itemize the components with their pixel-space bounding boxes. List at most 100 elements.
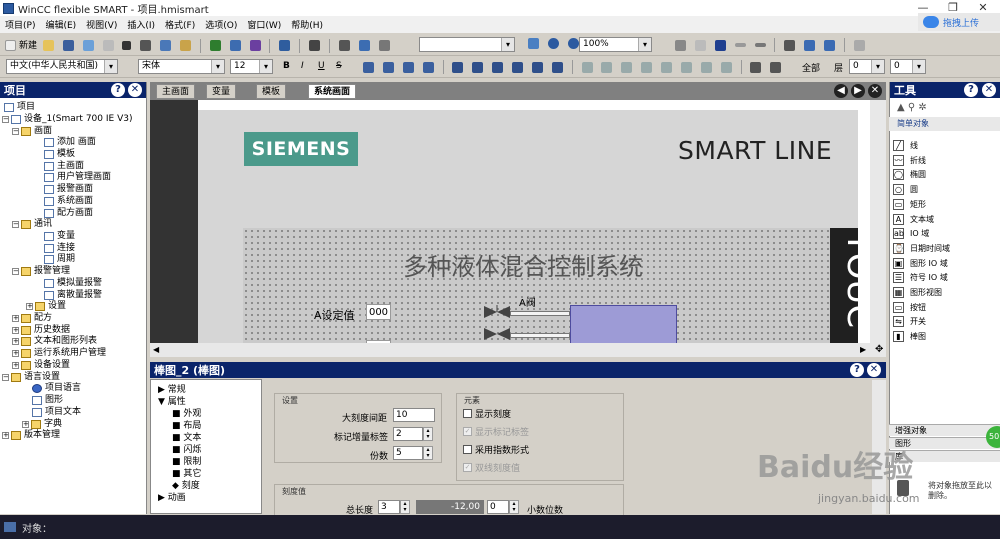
- tree-item[interactable]: 变量: [44, 231, 75, 242]
- total-length-stepper[interactable]: ▴ ▾: [400, 500, 410, 514]
- replace-icon[interactable]: [358, 40, 370, 51]
- section-enhanced[interactable]: 增强对象: [889, 424, 1000, 436]
- tool-item[interactable]: ╱ 线: [893, 140, 918, 151]
- close-panel-icon[interactable]: ✕: [867, 363, 881, 377]
- tool-item[interactable]: A 文本域: [893, 213, 934, 225]
- nav-general[interactable]: ▶ 常规: [158, 385, 186, 395]
- tree-item[interactable]: + 版本管理: [2, 430, 60, 441]
- menu-project[interactable]: 项目(P): [0, 18, 40, 31]
- nav-properties[interactable]: ▼ 属性: [158, 397, 186, 407]
- layout-icon[interactable]: [309, 40, 321, 51]
- layer-select[interactable]: 0: [849, 59, 885, 74]
- collapse-icon[interactable]: −: [12, 128, 19, 135]
- tool-item[interactable]: ▭ 矩形: [893, 198, 926, 210]
- bold-button[interactable]: B: [283, 61, 290, 71]
- menu-edit[interactable]: 编辑(E): [40, 18, 81, 31]
- expand-icon[interactable]: +: [12, 350, 19, 357]
- collapse-icon[interactable]: −: [2, 374, 9, 381]
- align-right-icon[interactable]: [402, 61, 414, 73]
- simple-objects-section[interactable]: 简单对象: [889, 117, 1000, 131]
- tab-close-icon[interactable]: ✕: [868, 84, 882, 98]
- tree-item[interactable]: 图形: [32, 395, 63, 406]
- tool-item[interactable]: ⇋ 开关: [893, 316, 926, 328]
- tree-item[interactable]: 模拟量报警: [44, 278, 102, 289]
- tree-item[interactable]: − 画面: [12, 126, 52, 137]
- pin-icon[interactable]: ?: [111, 83, 125, 97]
- menu-format[interactable]: 格式(F): [160, 18, 200, 31]
- rotate-icon[interactable]: [750, 61, 762, 73]
- expand-icon[interactable]: +: [22, 421, 29, 428]
- compile-icon[interactable]: [229, 40, 241, 51]
- menu-insert[interactable]: 插入(I): [122, 18, 160, 31]
- same-size-icon[interactable]: [641, 61, 653, 73]
- tree-item[interactable]: − 通讯: [12, 219, 52, 230]
- tab-next-icon[interactable]: ▶: [851, 84, 865, 98]
- nav-text[interactable]: ■ 文本: [172, 433, 201, 443]
- hmi-title-text[interactable]: 多种液体混合控制系统: [403, 247, 643, 282]
- nav-animation[interactable]: ▶ 动画: [158, 493, 186, 503]
- redo-icon[interactable]: [102, 40, 114, 51]
- font-size-select[interactable]: 12: [230, 59, 273, 74]
- total-length-input[interactable]: 3: [378, 500, 400, 514]
- tree-item[interactable]: 连接: [44, 243, 75, 254]
- collapse-icon[interactable]: −: [12, 268, 19, 275]
- a-setpoint-label[interactable]: A设定值: [314, 307, 355, 323]
- expand-icon[interactable]: +: [12, 338, 19, 345]
- use-exp-checkbox[interactable]: 采用指数形式: [463, 443, 529, 456]
- editor-scrollbar[interactable]: ◀ ▶ ✥: [150, 343, 886, 357]
- tab-main-screen[interactable]: 主画面: [156, 84, 196, 99]
- paste-icon[interactable]: [180, 40, 192, 51]
- mark-inc-input[interactable]: 2: [393, 427, 423, 441]
- strike-button[interactable]: S: [336, 61, 342, 71]
- nav-scale[interactable]: ◆ 刻度: [172, 481, 200, 491]
- undo-icon[interactable]: [82, 40, 94, 51]
- tab-tags[interactable]: 变量: [206, 84, 237, 99]
- double-scale-checkbox[interactable]: ✓ 双线刻度值: [463, 461, 520, 474]
- context-help-icon[interactable]: [824, 39, 835, 51]
- hmi-screen-grid[interactable]: [243, 228, 830, 344]
- big-tick-input[interactable]: 10: [393, 408, 435, 422]
- new-icon[interactable]: [5, 40, 16, 51]
- expand-icon[interactable]: +: [2, 432, 9, 439]
- show-scale-checkbox[interactable]: 显示刻度: [463, 407, 511, 420]
- tool-item[interactable]: ab IO 域: [893, 228, 929, 240]
- tree-item[interactable]: 报警画面: [44, 184, 93, 195]
- editor-vscroll[interactable]: [870, 100, 886, 343]
- tree-item[interactable]: 用户管理画面: [44, 172, 111, 183]
- tree-item[interactable]: 项目文本: [32, 407, 81, 418]
- zoom-select[interactable]: 100%: [579, 37, 652, 52]
- valve-a-icon[interactable]: [484, 301, 510, 318]
- tab-system-screen[interactable]: 系统画面: [308, 84, 357, 99]
- line-color-icon[interactable]: [694, 39, 706, 51]
- pin-icon[interactable]: ?: [964, 83, 978, 97]
- line-width-icon[interactable]: [754, 43, 766, 47]
- menu-window[interactable]: 窗口(W): [242, 18, 286, 31]
- a-setpoint-io-field[interactable]: 000: [366, 304, 391, 320]
- menu-view[interactable]: 视图(V): [81, 18, 122, 31]
- text-bottom-icon[interactable]: [551, 61, 563, 73]
- baidu-upload-button[interactable]: 拖拽上传: [918, 13, 1000, 31]
- italic-button[interactable]: I: [301, 61, 304, 71]
- tool-item[interactable]: ▮ 棒图: [893, 331, 926, 343]
- collapse-icon[interactable]: −: [2, 116, 9, 123]
- nav-limits[interactable]: ■ 限制: [172, 457, 201, 467]
- decimals-input[interactable]: 0: [487, 500, 509, 514]
- tool-item[interactable]: ▣ 图形 IO 域: [893, 257, 948, 269]
- tree-item[interactable]: − 语言设置: [2, 372, 60, 383]
- language-select[interactable]: 中文(中华人民共和国): [6, 59, 118, 74]
- copy-icon[interactable]: [160, 40, 172, 51]
- align-center-icon[interactable]: [382, 61, 394, 73]
- tree-item[interactable]: + 字典: [22, 419, 62, 430]
- library-icon[interactable]: [784, 39, 796, 51]
- object-select[interactable]: [419, 37, 515, 52]
- align-left-icon[interactable]: [363, 61, 374, 73]
- transfer-icon[interactable]: [279, 40, 291, 51]
- tree-item[interactable]: + 历史数据: [12, 325, 70, 336]
- menu-options[interactable]: 选项(O): [200, 18, 242, 31]
- same-width-icon[interactable]: [601, 61, 613, 73]
- runtime-icon[interactable]: [249, 40, 261, 51]
- all-layers-label[interactable]: 全部: [802, 61, 820, 74]
- tree-item[interactable]: + 配方: [12, 313, 52, 324]
- distribute-icon[interactable]: [581, 61, 593, 73]
- expand-icon[interactable]: +: [12, 362, 19, 369]
